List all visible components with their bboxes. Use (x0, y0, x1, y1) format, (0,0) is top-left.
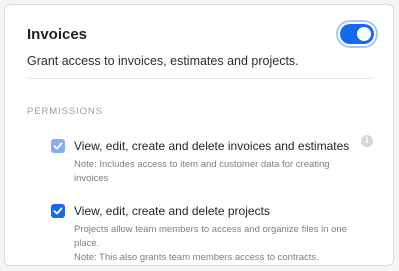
divider (27, 78, 373, 79)
projects-note: Projects allow team members to access an… (74, 223, 374, 265)
note-line: invoices (74, 173, 109, 184)
note-line: Note: This also grants team members acce… (74, 252, 319, 263)
projects-permission-label: View, edit, create and delete projects (74, 204, 270, 218)
toggle-knob (357, 27, 371, 41)
info-icon[interactable]: i (361, 135, 373, 147)
invoices-estimates-checkbox[interactable] (51, 139, 65, 153)
card-subtitle: Grant access to invoices, estimates and … (27, 54, 299, 68)
card-title: Invoices (27, 26, 88, 43)
checkmark-icon (53, 207, 63, 215)
invoices-estimates-permission-label: View, edit, create and delete invoices a… (74, 139, 350, 153)
note-line: Note: Includes access to item and custom… (74, 159, 330, 170)
projects-checkbox[interactable] (51, 204, 65, 218)
permissions-section-label: PERMISSIONS (27, 106, 103, 117)
checkmark-icon (53, 142, 63, 150)
invoices-estimates-note: Note: Includes access to item and custom… (74, 158, 344, 186)
invoices-permission-card: Invoices Grant access to invoices, estim… (4, 4, 394, 266)
note-line: Projects allow team members to access an… (74, 224, 347, 249)
invoices-access-toggle[interactable] (340, 24, 374, 44)
